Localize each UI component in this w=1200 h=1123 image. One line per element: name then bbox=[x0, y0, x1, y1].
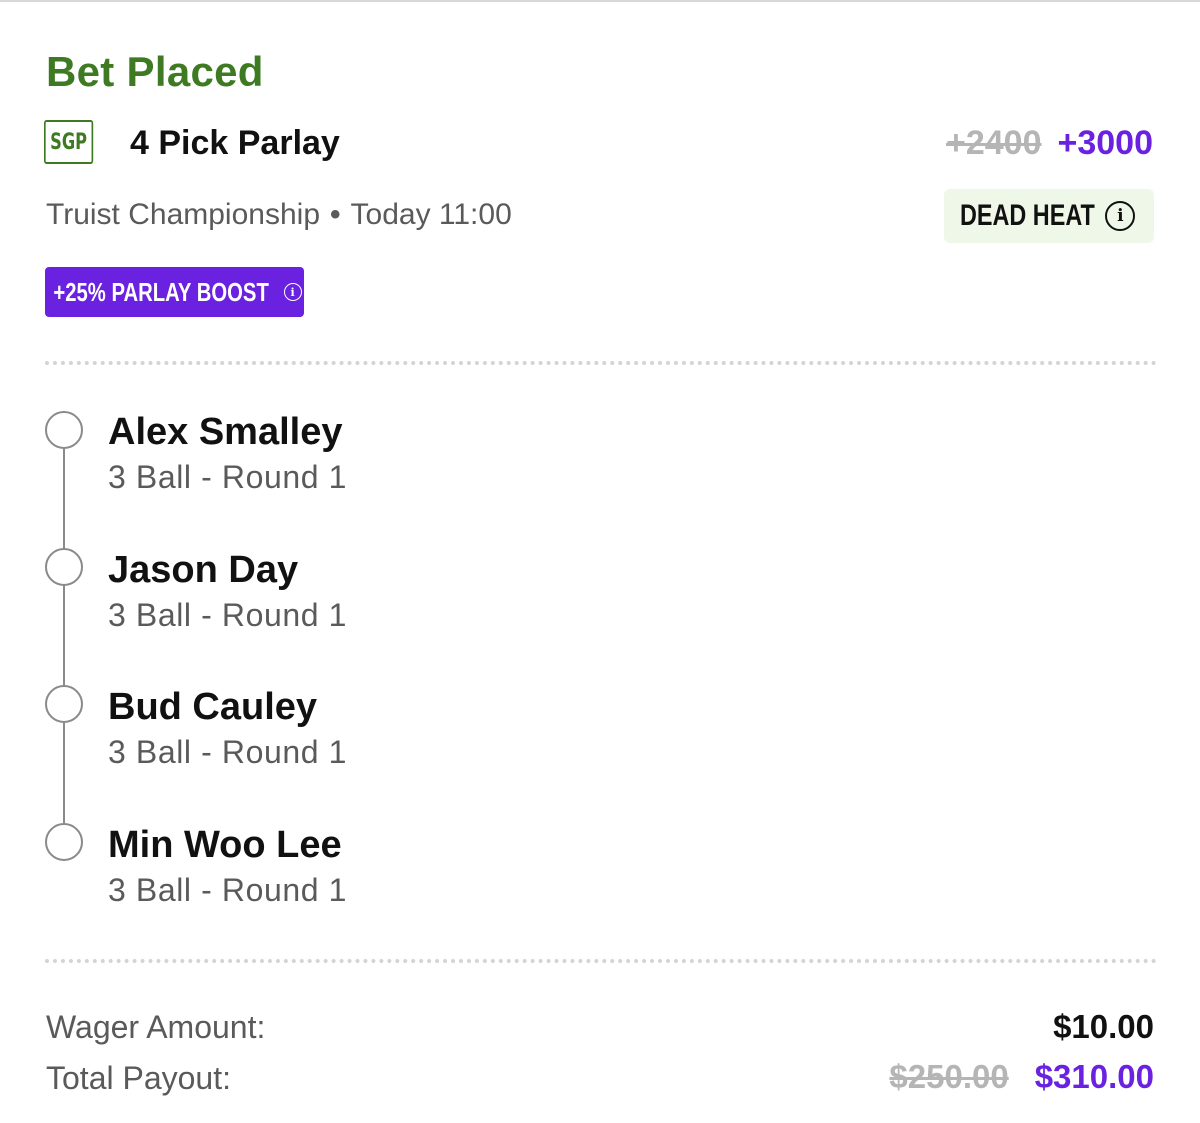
leg-player-name: Bud Cauley bbox=[108, 686, 318, 728]
parlay-name: 4 Pick Parlay bbox=[130, 124, 340, 162]
dead-heat-badge[interactable]: DEAD HEAT i bbox=[944, 189, 1154, 243]
sgp-badge: SGP bbox=[44, 120, 94, 164]
event-time: Today 11:00 bbox=[350, 198, 512, 231]
wager-amount-label: Wager Amount: bbox=[46, 1009, 266, 1045]
leg-market: 3 Ball - Round 1 bbox=[108, 734, 348, 770]
event-separator: • bbox=[330, 198, 341, 231]
leg-timeline-line bbox=[63, 448, 65, 826]
open-circle-icon bbox=[45, 685, 83, 723]
original-payout: $250.00 bbox=[889, 1058, 1009, 1095]
leg-market: 3 Ball - Round 1 bbox=[108, 872, 348, 908]
leg-player-name: Alex Smalley bbox=[108, 411, 343, 453]
open-circle-icon bbox=[45, 411, 83, 449]
info-icon[interactable]: i bbox=[283, 283, 302, 301]
section-divider bbox=[45, 959, 1157, 963]
boosted-payout: $310.00 bbox=[1034, 1058, 1154, 1095]
bet-status-title: Bet Placed bbox=[46, 48, 264, 95]
odds-group: +2400 +3000 bbox=[946, 124, 1153, 163]
top-divider bbox=[0, 0, 1200, 2]
event-info: Truist Championship • Today 11:00 bbox=[46, 198, 512, 232]
original-odds: +2400 bbox=[946, 124, 1042, 162]
leg-market: 3 Ball - Round 1 bbox=[108, 597, 348, 633]
dead-heat-label: DEAD HEAT bbox=[959, 199, 1095, 232]
payout-group: $250.00 $310.00 bbox=[889, 1058, 1154, 1096]
total-payout-label: Total Payout: bbox=[46, 1060, 231, 1096]
open-circle-icon bbox=[45, 548, 83, 586]
open-circle-icon bbox=[45, 823, 83, 861]
parlay-boost-badge[interactable]: +25% PARLAY BOOST i bbox=[45, 267, 304, 317]
event-name: Truist Championship bbox=[46, 198, 320, 231]
section-divider bbox=[45, 361, 1157, 365]
leg-player-name: Jason Day bbox=[108, 549, 299, 591]
wager-amount-value: $10.00 bbox=[1053, 1008, 1154, 1045]
leg-player-name: Min Woo Lee bbox=[108, 824, 342, 866]
parlay-boost-label: +25% PARLAY BOOST bbox=[53, 276, 270, 307]
boosted-odds: +3000 bbox=[1057, 124, 1154, 162]
info-icon[interactable]: i bbox=[1105, 201, 1136, 231]
leg-market: 3 Ball - Round 1 bbox=[108, 459, 348, 495]
